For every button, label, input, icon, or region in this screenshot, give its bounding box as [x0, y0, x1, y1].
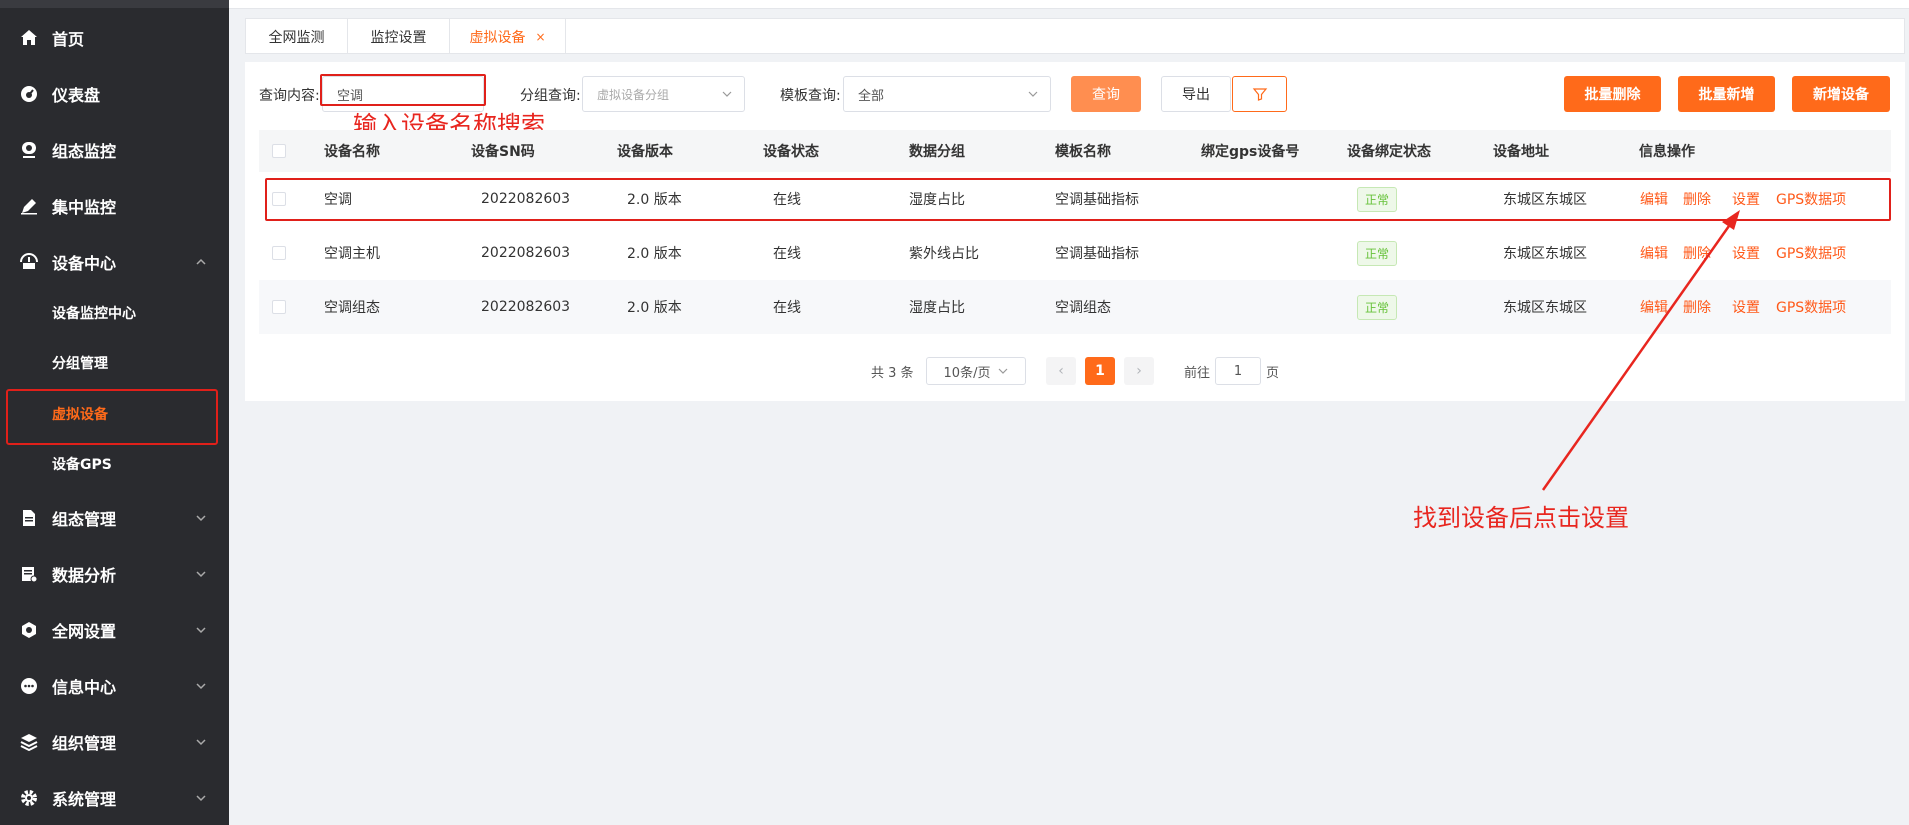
annotation-arrow [1541, 210, 1740, 491]
annotation-click-hint: 找到设备后点击设置 [1413, 504, 1629, 532]
